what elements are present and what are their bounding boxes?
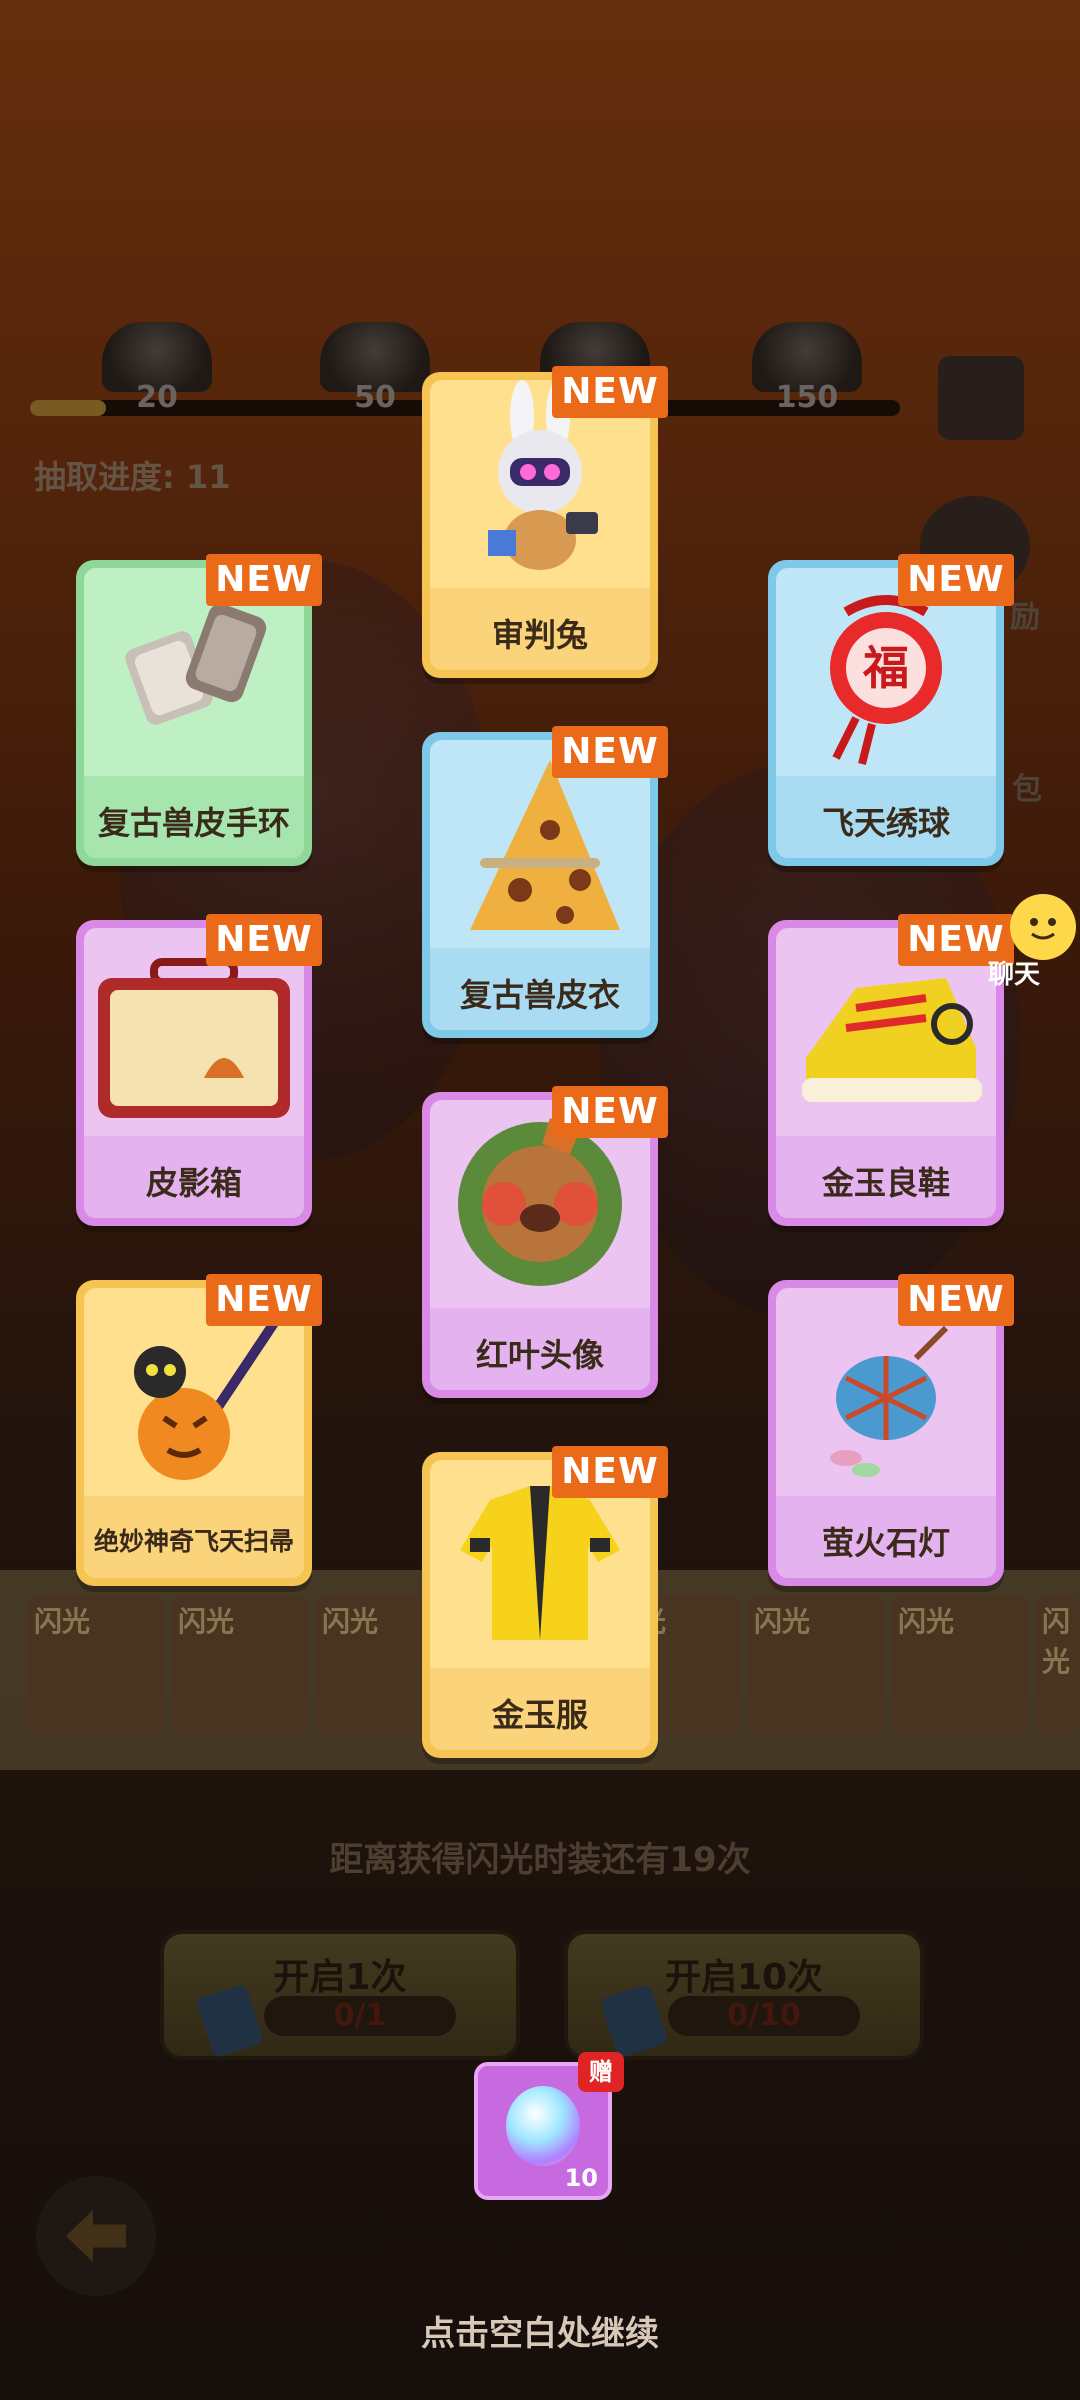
- reward-card[interactable]: 复古兽皮手环 NEW: [76, 554, 322, 866]
- new-badge: NEW: [898, 1274, 1014, 1326]
- new-badge: NEW: [206, 554, 322, 606]
- new-badge: NEW: [552, 726, 668, 778]
- reward-card[interactable]: 红叶头像 NEW: [422, 1086, 668, 1398]
- new-badge: NEW: [552, 1446, 668, 1498]
- reward-card[interactable]: 审判兔 NEW: [422, 366, 668, 678]
- bonus-gift-item[interactable]: 10 赠: [474, 2052, 624, 2200]
- reward-card[interactable]: 萤火石灯 NEW: [768, 1274, 1014, 1586]
- bonus-quantity: 10: [564, 2164, 598, 2192]
- gift-badge: 赠: [578, 2052, 624, 2092]
- reward-card-name: 绝妙神奇飞天扫帚: [93, 1527, 294, 1556]
- new-badge: NEW: [898, 554, 1014, 606]
- chat-button[interactable]: [1010, 894, 1076, 960]
- reward-card-name: 审判兔: [491, 616, 588, 654]
- reward-card-name: 复古兽皮衣: [459, 976, 620, 1014]
- reward-card[interactable]: 金玉良鞋 NEW: [768, 914, 1014, 1226]
- reward-card-name: 皮影箱: [145, 1164, 242, 1202]
- reward-card[interactable]: 皮影箱 NEW: [76, 914, 322, 1226]
- new-badge: NEW: [552, 366, 668, 418]
- new-badge: NEW: [206, 914, 322, 966]
- new-badge: NEW: [552, 1086, 668, 1138]
- reward-card-name: 金玉服: [491, 1696, 588, 1734]
- reward-card-name: 复古兽皮手环: [97, 804, 290, 842]
- reward-card-name: 金玉良鞋: [821, 1164, 950, 1202]
- reward-card-name: 飞天绣球: [821, 804, 950, 842]
- reward-card[interactable]: 绝妙神奇飞天扫帚 NEW: [76, 1274, 322, 1586]
- smiley-icon: [1030, 918, 1056, 940]
- reward-card[interactable]: 金玉服 NEW: [422, 1446, 668, 1758]
- reward-card[interactable]: 复古兽皮衣 NEW: [422, 726, 668, 1038]
- svg-text:福: 福: [862, 641, 909, 695]
- chat-label: 聊天: [988, 960, 1041, 990]
- reward-card-name: 红叶头像: [475, 1336, 604, 1374]
- reward-card-name: 萤火石灯: [821, 1524, 950, 1562]
- new-badge: NEW: [206, 1274, 322, 1326]
- tap-to-continue-text: 点击空白处继续: [421, 2314, 659, 2354]
- reward-card[interactable]: 福 飞天绣球 NEW: [768, 554, 1014, 866]
- rainbow-gem-icon: [506, 2086, 580, 2166]
